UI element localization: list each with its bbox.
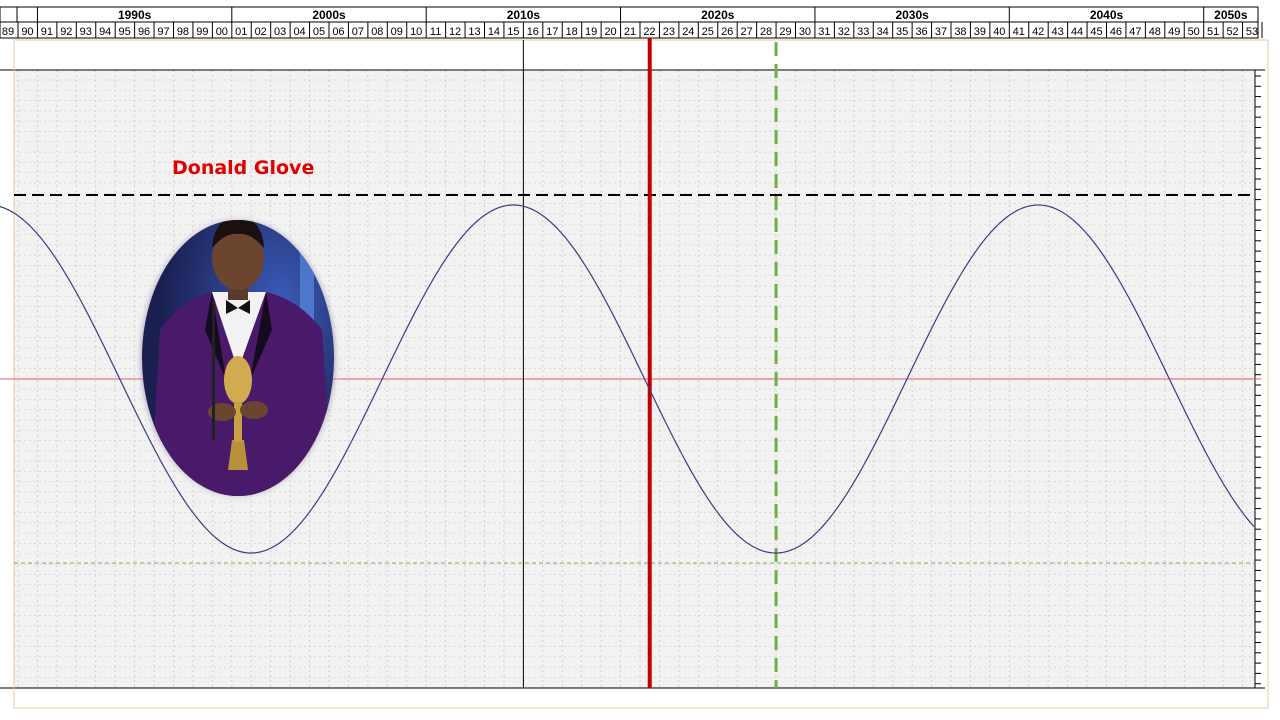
year-label: 14 [488, 26, 500, 38]
year-label: 05 [313, 26, 325, 38]
year-label: 12 [449, 26, 461, 38]
year-label: 03 [274, 26, 286, 38]
year-label: 89 [2, 26, 14, 38]
year-label: 32 [838, 26, 850, 38]
decade-label: 2000s [312, 8, 346, 22]
biorhythm-chart: 1990s 2000s 2010s 2020s 2030s 2040s 2050s 89 90 9… [0, 6, 1269, 709]
year-label: 98 [177, 26, 189, 38]
year-label: 33 [857, 26, 869, 38]
year-label: 97 [157, 26, 169, 38]
year-label: 31 [818, 26, 830, 38]
year-label: 26 [721, 26, 733, 38]
year-label: 43 [1052, 26, 1064, 38]
year-label: 15 [507, 26, 519, 38]
year-label: 90 [21, 26, 33, 38]
person-name-label: Donald Glove [172, 157, 314, 179]
year-label: 24 [682, 26, 694, 38]
year-label: 18 [566, 26, 578, 38]
year-label: 39 [974, 26, 986, 38]
year-label: 96 [138, 26, 150, 38]
year-label: 04 [293, 26, 305, 38]
year-label: 92 [60, 26, 72, 38]
year-label: 29 [779, 26, 791, 38]
year-label: 41 [1013, 26, 1025, 38]
year-label: 30 [799, 26, 811, 38]
year-label: 34 [877, 26, 889, 38]
decade-label: 2040s [1090, 8, 1124, 22]
year-label: 06 [332, 26, 344, 38]
year-label: 20 [604, 26, 616, 38]
year-label: 51 [1207, 26, 1219, 38]
year-label: 21 [624, 26, 636, 38]
decade-label: 2020s [701, 8, 735, 22]
decade-label: 1990s [118, 8, 152, 22]
year-label: 01 [235, 26, 247, 38]
year-label: 46 [1110, 26, 1122, 38]
year-label: 49 [1168, 26, 1180, 38]
year-label: 19 [585, 26, 597, 38]
year-label: 35 [896, 26, 908, 38]
decade-label: 2010s [507, 8, 541, 22]
year-label: 00 [216, 26, 228, 38]
year-label: 95 [119, 26, 131, 38]
year-label: 17 [546, 26, 558, 38]
year-label: 50 [1188, 26, 1200, 38]
year-label: 02 [255, 26, 267, 38]
year-label: 27 [741, 26, 753, 38]
year-label: 28 [760, 26, 772, 38]
year-label: 37 [935, 26, 947, 38]
year-label: 94 [99, 26, 111, 38]
year-label: 36 [915, 26, 927, 38]
year-label: 42 [1032, 26, 1044, 38]
year-label: 53 [1246, 26, 1258, 38]
year-label: 91 [41, 26, 53, 38]
year-label: 25 [702, 26, 714, 38]
year-label: 38 [954, 26, 966, 38]
timeline-header: 1990s 2000s 2010s 2020s 2030s 2040s 2050s 89 90 9… [0, 6, 1263, 39]
decade-label: 2050s [1214, 8, 1248, 22]
year-label: 09 [391, 26, 403, 38]
year-label: 44 [1071, 26, 1083, 38]
year-label: 99 [196, 26, 208, 38]
year-label: 11 [430, 26, 441, 38]
year-label: 13 [468, 26, 480, 38]
year-label: 48 [1149, 26, 1161, 38]
year-label: 45 [1090, 26, 1102, 38]
year-label: 52 [1226, 26, 1238, 38]
year-label: 40 [993, 26, 1005, 38]
year-label: 93 [80, 26, 92, 38]
year-label: 23 [663, 26, 675, 38]
decade-label: 2030s [895, 8, 929, 22]
person-portrait [134, 212, 342, 504]
year-label: 22 [643, 26, 655, 38]
year-label: 08 [371, 26, 383, 38]
year-label: 16 [527, 26, 539, 38]
year-label: 07 [352, 26, 364, 38]
year-label: 47 [1129, 26, 1141, 38]
year-label: 10 [410, 26, 422, 38]
